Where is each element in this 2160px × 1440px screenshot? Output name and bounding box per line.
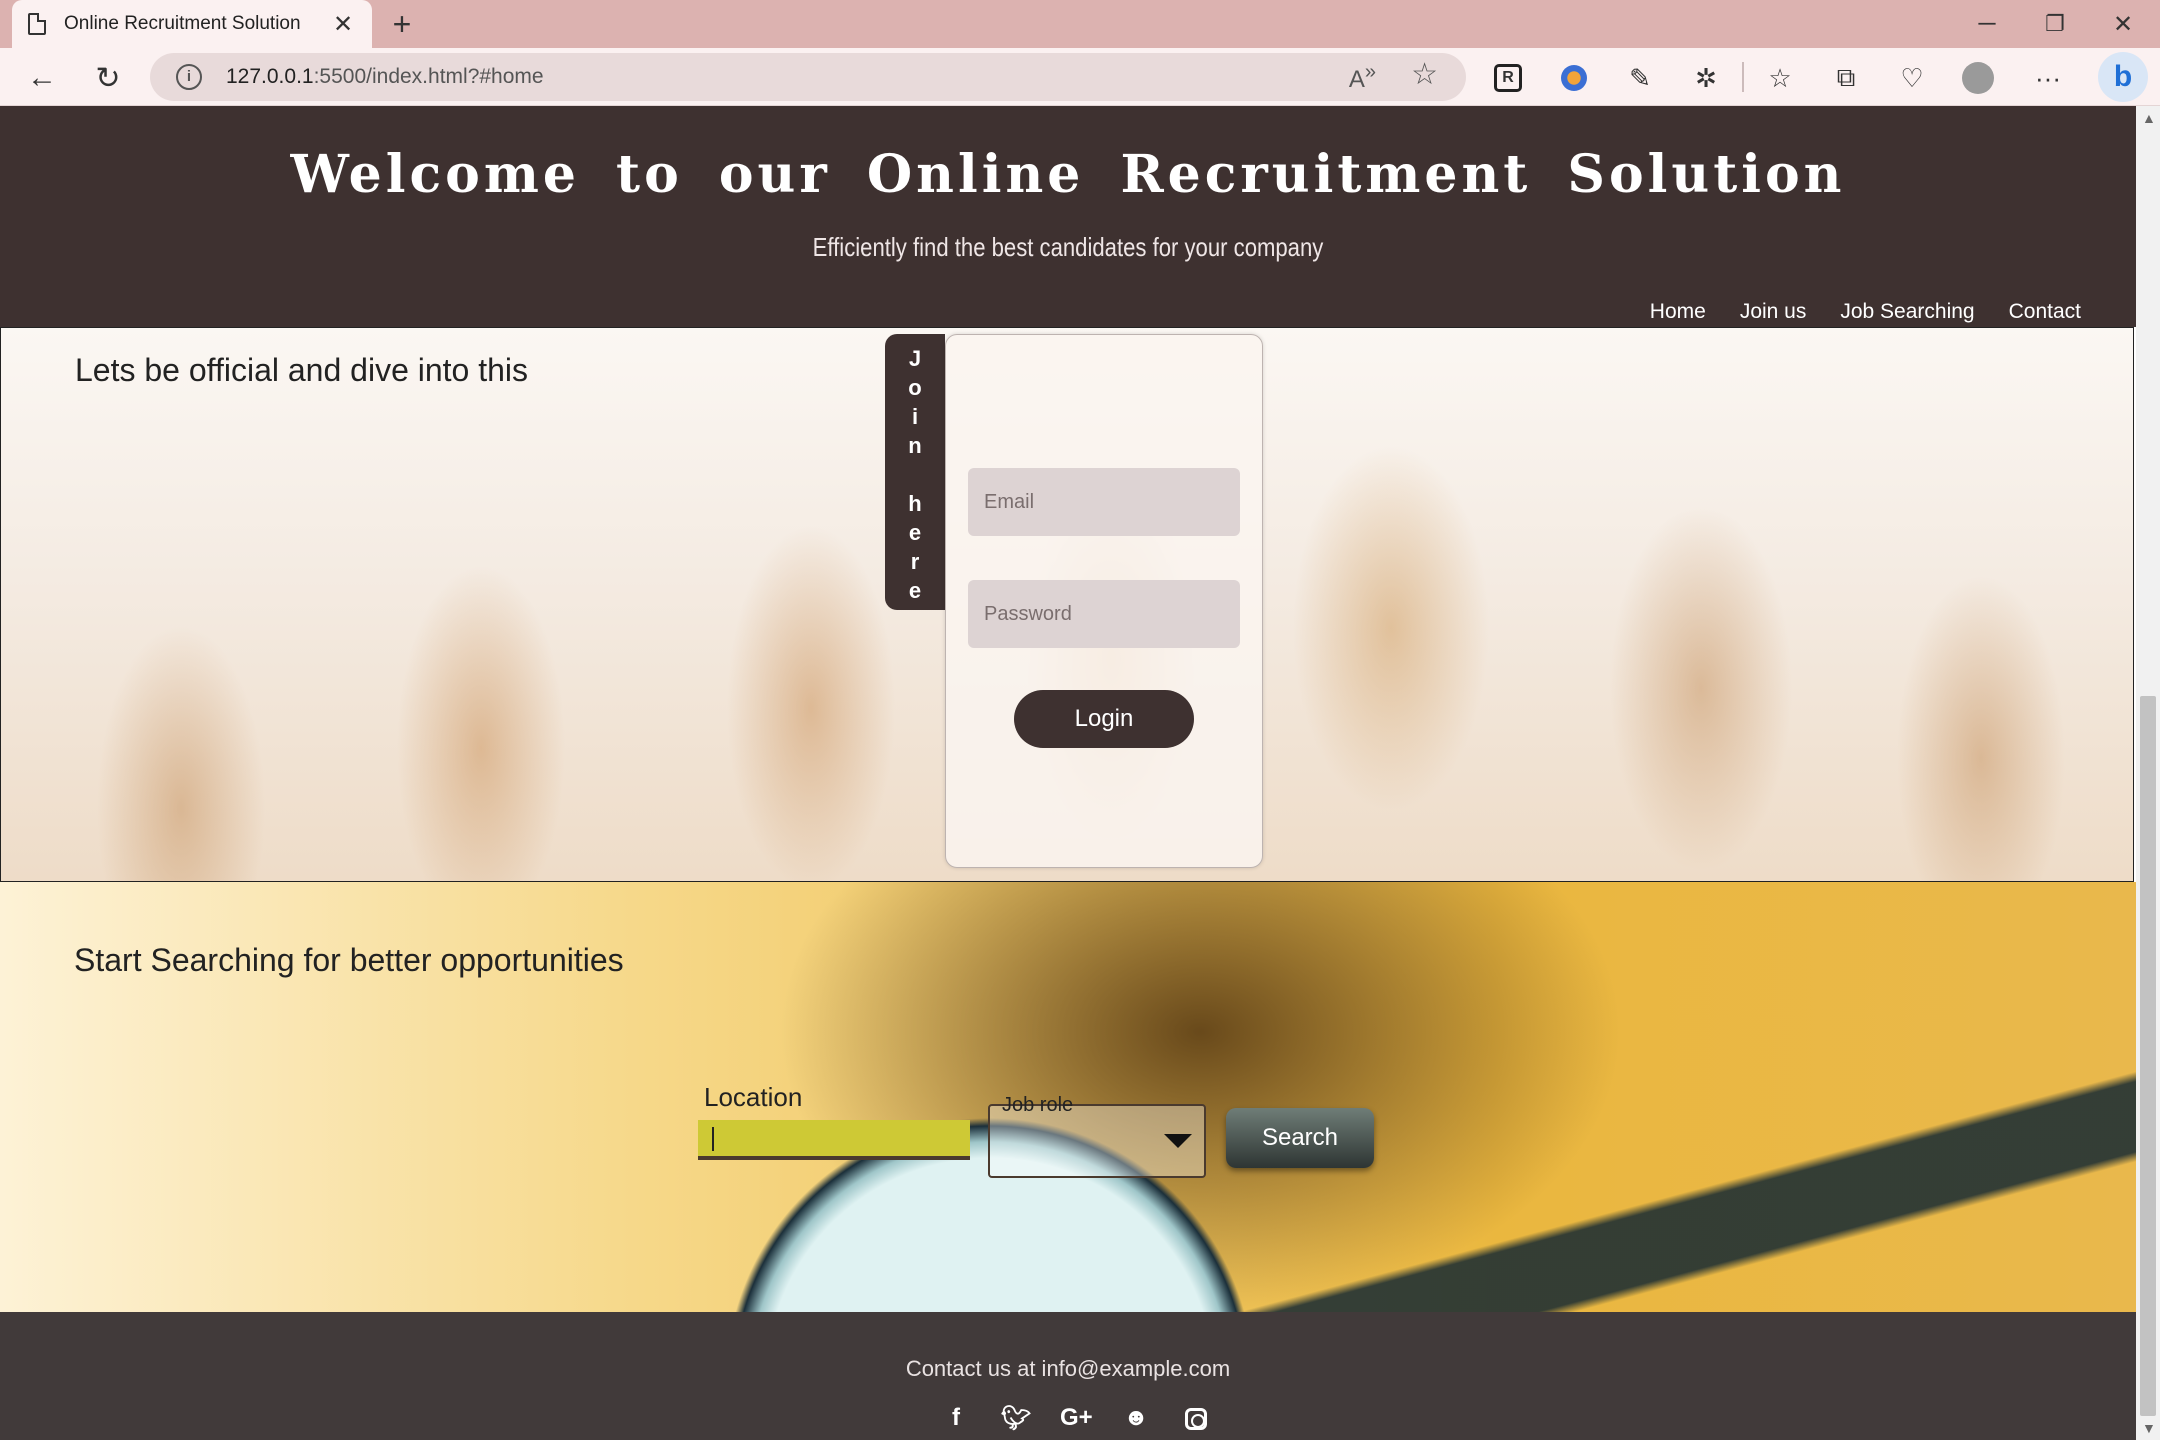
page-title: Welcome to our Online Recruitment Soluti… — [290, 144, 1846, 205]
refresh-icon[interactable]: ↻ — [86, 56, 130, 100]
site-footer: Contact us at info@example.com f 🐦︎ G+ ☻ — [0, 1312, 2136, 1440]
page-viewport: Welcome to our Online Recruitment Soluti… — [0, 106, 2136, 1440]
password-field[interactable] — [968, 580, 1240, 648]
bing-copilot-icon[interactable]: b — [2098, 52, 2148, 102]
more-options-icon[interactable]: ··· — [2028, 58, 2068, 98]
join-here-tab[interactable]: J o i n h e r e — [885, 334, 945, 610]
join-tab-letter: o — [908, 374, 922, 400]
login-button[interactable]: Login — [1014, 690, 1194, 748]
address-bar[interactable]: i 127.0.0.1:5500/index.html?#home A» ☆ — [150, 53, 1466, 101]
job-search-section: Start Searching for better opportunities… — [0, 882, 2136, 1312]
join-tab-letter: h — [908, 490, 922, 516]
login-form: Login — [945, 334, 1263, 868]
chevron-down-icon[interactable] — [1164, 1134, 1192, 1148]
site-info-icon[interactable]: i — [176, 64, 202, 90]
text-cursor — [712, 1127, 714, 1151]
nav-job-searching[interactable]: Job Searching — [1840, 300, 1974, 324]
extensions-puzzle-icon[interactable]: ✲ — [1686, 58, 1726, 98]
search-button[interactable]: Search — [1226, 1108, 1374, 1168]
nav-home[interactable]: Home — [1650, 300, 1706, 324]
instagram-icon[interactable] — [1180, 1404, 1212, 1437]
vertical-scrollbar[interactable]: ▲ ▼ — [2136, 106, 2160, 1440]
facebook-icon[interactable]: f — [940, 1404, 972, 1437]
new-tab-button[interactable]: + — [382, 4, 422, 44]
contact-text: Contact us at info@example.com — [905, 1356, 1231, 1381]
join-tab-letter: i — [911, 403, 919, 429]
page-icon — [28, 13, 46, 35]
toolbar-separator — [1742, 62, 1744, 92]
window-restore-button[interactable]: ❐ — [2022, 0, 2088, 48]
join-tab-letter: J — [908, 345, 922, 371]
scroll-up-arrow-icon[interactable]: ▲ — [2142, 110, 2156, 126]
join-tab-letter: r — [910, 548, 920, 574]
tab-title: Online Recruitment Solution — [64, 13, 301, 34]
url-text[interactable]: 127.0.0.1:5500/index.html?#home — [226, 65, 544, 89]
url-path: :5500/index.html?#home — [313, 65, 544, 88]
extension-circle-icon[interactable] — [1554, 58, 1594, 98]
site-header: Welcome to our Online Recruitment Soluti… — [0, 106, 2136, 327]
eyedropper-icon[interactable]: ✎ — [1620, 58, 1660, 98]
profile-avatar[interactable] — [1958, 58, 1998, 98]
window-minimize-button[interactable]: ─ — [1954, 0, 2020, 48]
favorite-star-icon[interactable]: ☆ — [1411, 57, 1438, 92]
join-tab-letter: n — [908, 432, 922, 458]
page-subtitle: Efficiently find the best candidates for… — [812, 232, 1324, 262]
nav-contact[interactable]: Contact — [2009, 300, 2081, 324]
location-input[interactable] — [698, 1120, 970, 1160]
window-close-button[interactable]: ✕ — [2090, 0, 2156, 48]
location-label: Location — [704, 1082, 803, 1112]
scroll-down-arrow-icon[interactable]: ▼ — [2142, 1420, 2156, 1436]
search-section-heading: Start Searching for better opportunities — [74, 942, 624, 978]
favorites-icon[interactable]: ☆ — [1760, 58, 1800, 98]
join-tab-letter: e — [908, 519, 922, 545]
email-field[interactable] — [968, 468, 1240, 536]
join-tab-letter: e — [908, 577, 922, 603]
url-host: 127.0.0.1 — [226, 65, 314, 88]
nav-join-us[interactable]: Join us — [1740, 300, 1807, 324]
extension-r-icon[interactable]: R — [1488, 58, 1528, 98]
browser-tab[interactable]: Online Recruitment Solution ✕ — [12, 0, 372, 48]
browser-toolbar: ← ↻ i 127.0.0.1:5500/index.html?#home A»… — [0, 48, 2160, 106]
join-section-heading: Lets be official and dive into this — [75, 352, 529, 388]
back-arrow-icon[interactable]: ← — [20, 56, 64, 100]
tab-close-icon[interactable]: ✕ — [330, 10, 356, 39]
reddit-icon[interactable]: ☻ — [1120, 1404, 1152, 1437]
social-links: f 🐦︎ G+ ☻ — [940, 1404, 1212, 1437]
browser-tabbar: Online Recruitment Solution ✕ + ─ ❐ ✕ — [0, 0, 2160, 48]
google-plus-icon[interactable]: G+ — [1060, 1404, 1093, 1437]
browser-essentials-icon[interactable]: ♡ — [1892, 58, 1932, 98]
scroll-thumb[interactable] — [2140, 696, 2156, 1416]
collections-icon[interactable]: ⧉ — [1826, 58, 1866, 98]
read-aloud-icon[interactable]: A» — [1349, 61, 1376, 94]
main-nav: Home Join us Job Searching Contact — [1650, 300, 2081, 324]
twitter-icon[interactable]: 🐦︎ — [1000, 1404, 1032, 1437]
job-role-label: Job role — [1002, 1094, 1074, 1116]
join-section: Lets be official and dive into this J o … — [0, 327, 2134, 882]
